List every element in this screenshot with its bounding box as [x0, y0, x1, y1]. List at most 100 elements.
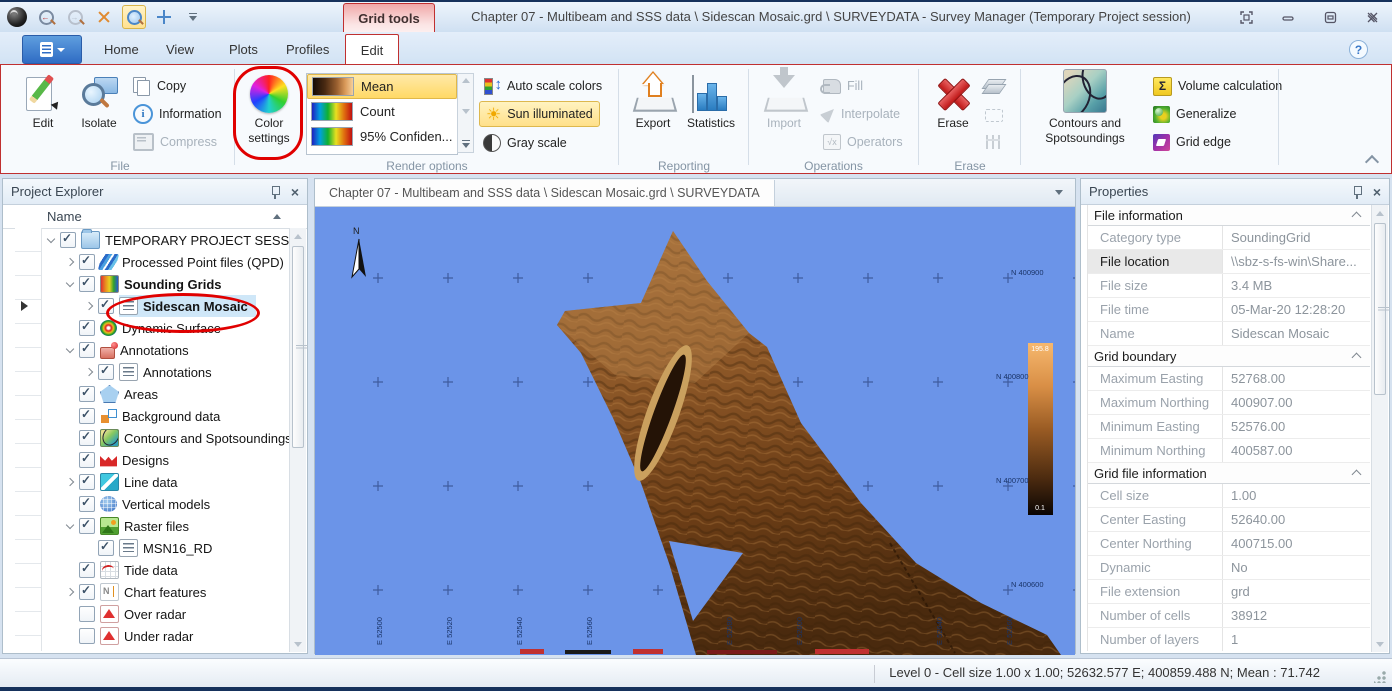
- tree-item-temporary-project-session[interactable]: TEMPORARY PROJECT SESSION: [42, 229, 289, 251]
- expander-icon[interactable]: [82, 365, 97, 380]
- checkbox[interactable]: [98, 540, 114, 556]
- property-row[interactable]: Maximum Northing400907.00: [1088, 391, 1370, 415]
- expander-icon[interactable]: [82, 299, 97, 314]
- tree-item-dynamic-surface[interactable]: Dynamic Surface: [42, 317, 289, 339]
- colormap-item-mean[interactable]: Mean: [307, 74, 457, 99]
- tree-item-vertical-models[interactable]: Vertical models: [42, 493, 289, 515]
- checkbox[interactable]: [98, 364, 114, 380]
- scroll-up-icon[interactable]: [462, 78, 470, 83]
- expander-icon[interactable]: [63, 519, 78, 534]
- checkbox[interactable]: [79, 342, 95, 358]
- property-row[interactable]: Minimum Easting52576.00: [1088, 415, 1370, 439]
- property-row[interactable]: File time05-Mar-20 12:28:20: [1088, 298, 1370, 322]
- close-panel-icon[interactable]: ×: [291, 185, 299, 199]
- tab-view[interactable]: View: [150, 35, 210, 64]
- checkbox[interactable]: [79, 408, 95, 424]
- collapse-ribbon-icon[interactable]: [1365, 155, 1379, 169]
- map-view-tab[interactable]: Chapter 07 - Multibeam and SSS data \ Si…: [315, 180, 775, 206]
- tree-item-chart-features[interactable]: Chart features: [42, 581, 289, 603]
- restore-button[interactable]: [1322, 10, 1338, 24]
- tree-item-line-data[interactable]: Line data: [42, 471, 289, 493]
- contours-spotsoundings-button[interactable]: Contours and Spotsoundings: [1029, 69, 1141, 146]
- pin-icon[interactable]: [1351, 185, 1363, 199]
- tree-item-processed-point-files[interactable]: Processed Point files (QPD): [42, 251, 289, 273]
- expander-icon[interactable]: [63, 475, 78, 490]
- property-row[interactable]: Center Northing400715.00: [1088, 532, 1370, 556]
- tree-item-background-data[interactable]: Background data: [42, 405, 289, 427]
- tab-edit[interactable]: Edit: [345, 34, 399, 65]
- section-file-information[interactable]: File information: [1088, 205, 1370, 226]
- tab-plots[interactable]: Plots: [213, 35, 274, 64]
- expander-icon[interactable]: [63, 255, 78, 270]
- isolate-button[interactable]: Isolate: [71, 69, 127, 131]
- property-row[interactable]: Maximum Easting52768.00: [1088, 367, 1370, 391]
- checkbox[interactable]: [79, 562, 95, 578]
- tree-item-contours-spotsoundings[interactable]: Contours and Spotsoundings: [42, 427, 289, 449]
- zoom-previous-icon[interactable]: ←: [35, 6, 57, 28]
- colormap-item-confidence[interactable]: 95% Confiden...: [307, 124, 457, 149]
- tree-item-raster-files[interactable]: Raster files: [42, 515, 289, 537]
- tab-home[interactable]: Home: [88, 35, 155, 64]
- sun-illuminated-button[interactable]: ☀Sun illuminated: [479, 101, 600, 127]
- tree-item-msn16-rd[interactable]: MSN16_RD: [42, 537, 289, 559]
- checkbox[interactable]: [79, 606, 95, 622]
- erase-layers-button[interactable]: [985, 74, 1003, 98]
- grid-edge-button[interactable]: Grid edge: [1153, 130, 1231, 154]
- pan-tool-icon[interactable]: [153, 6, 175, 28]
- help-button[interactable]: ?: [1349, 40, 1368, 59]
- expander-icon[interactable]: [44, 233, 59, 248]
- erase-button[interactable]: Erase: [925, 69, 981, 131]
- list-expand-icon[interactable]: [462, 140, 470, 149]
- scroll-down-icon[interactable]: [462, 109, 470, 114]
- map-canvas[interactable]: N 195.8 0.1 N 400900 N 400800 N 400700 N…: [315, 207, 1075, 655]
- tree-item-designs[interactable]: Designs: [42, 449, 289, 471]
- tree-item-under-radar[interactable]: Under radar: [42, 625, 289, 647]
- close-panel-icon[interactable]: ×: [1373, 185, 1381, 199]
- colormap-list-scrollbar[interactable]: [457, 73, 474, 153]
- section-grid-boundary[interactable]: Grid boundary: [1088, 346, 1370, 367]
- checkbox[interactable]: [79, 628, 95, 644]
- copy-button[interactable]: Copy: [133, 74, 186, 98]
- export-button[interactable]: Export: [625, 69, 681, 131]
- checkbox[interactable]: [79, 496, 95, 512]
- tree-item-areas[interactable]: Areas: [42, 383, 289, 405]
- property-row[interactable]: NameSidescan Mosaic: [1088, 322, 1370, 346]
- colormap-item-count[interactable]: Count: [307, 99, 457, 124]
- checkbox[interactable]: [79, 276, 95, 292]
- tree-column-header[interactable]: Name: [3, 205, 307, 229]
- minimize-button[interactable]: [1280, 10, 1296, 24]
- statistics-button[interactable]: Statistics: [683, 69, 739, 131]
- gray-scale-button[interactable]: Gray scale: [483, 131, 567, 155]
- tree-item-tide-data[interactable]: Tide data: [42, 559, 289, 581]
- color-settings-button[interactable]: Color settings: [241, 69, 297, 146]
- volume-calculation-button[interactable]: ΣVolume calculation: [1153, 74, 1282, 98]
- property-row[interactable]: DynamicNo: [1088, 556, 1370, 580]
- zoom-tool-icon[interactable]: [122, 5, 146, 29]
- checkbox[interactable]: [79, 584, 95, 600]
- checkbox[interactable]: [79, 386, 95, 402]
- app-logo-icon[interactable]: [6, 6, 28, 28]
- tree-item-annotations-group[interactable]: Annotations: [42, 339, 289, 361]
- checkbox[interactable]: [60, 232, 76, 248]
- toolbar-options-icon[interactable]: [182, 6, 204, 28]
- close-button[interactable]: [1364, 10, 1380, 24]
- property-row[interactable]: File size3.4 MB: [1088, 274, 1370, 298]
- section-grid-file-information[interactable]: Grid file information: [1088, 463, 1370, 484]
- information-button[interactable]: iInformation: [133, 102, 222, 126]
- resize-grip[interactable]: [1374, 671, 1386, 683]
- checkbox[interactable]: [79, 474, 95, 490]
- checkbox[interactable]: [79, 430, 95, 446]
- tree-item-sounding-grids[interactable]: Sounding Grids: [42, 273, 289, 295]
- generalize-button[interactable]: Generalize: [1153, 102, 1236, 126]
- expander-icon[interactable]: [63, 585, 78, 600]
- pin-icon[interactable]: [269, 185, 281, 199]
- checkbox[interactable]: [79, 518, 95, 534]
- application-menu-button[interactable]: [22, 35, 82, 64]
- view-menu-icon[interactable]: [1055, 190, 1063, 195]
- tree-item-sidescan-mosaic[interactable]: Sidescan Mosaic: [42, 295, 289, 317]
- expander-icon[interactable]: [63, 343, 78, 358]
- property-row[interactable]: Number of cells38912: [1088, 604, 1370, 628]
- checkbox[interactable]: [98, 298, 114, 314]
- property-row[interactable]: Minimum Northing400587.00: [1088, 439, 1370, 463]
- edit-grid-button[interactable]: Edit: [15, 69, 71, 131]
